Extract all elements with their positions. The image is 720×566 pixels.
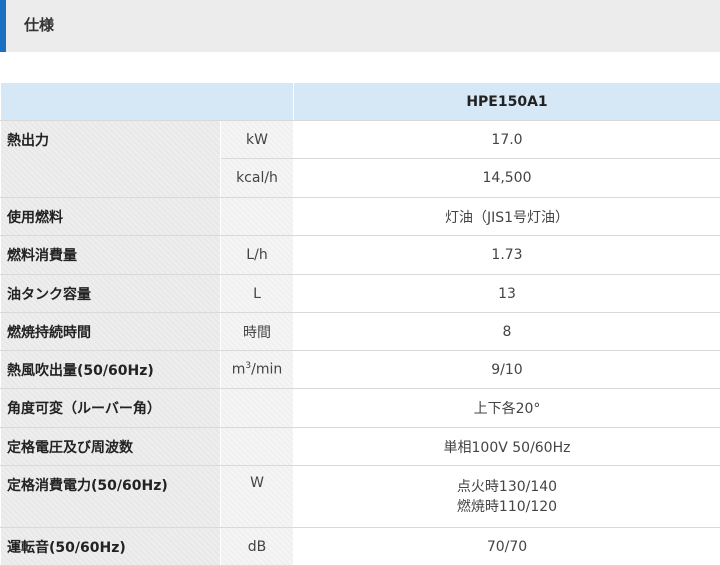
row-value: 9/10: [293, 350, 720, 389]
row-unit: [220, 388, 294, 428]
row-unit: W: [220, 465, 294, 528]
row-label-fuel-consumption: 燃料消費量: [0, 235, 221, 275]
row-label-tank-capacity: 油タンク容量: [0, 274, 221, 313]
row-label-louver-angle: 角度可変（ルーバー角）: [0, 388, 221, 428]
table-row: 燃焼持続時間 時間 8: [0, 312, 720, 351]
row-label-heat-output: 熱出力: [0, 120, 221, 198]
row-label-airflow: 熱風吹出量(50/60Hz): [0, 350, 221, 389]
table-row: 熱風吹出量(50/60Hz) m3/min 9/10: [0, 350, 720, 389]
value-line-combustion: 燃焼時110/120: [456, 498, 558, 515]
row-value: 17.0: [293, 120, 720, 159]
row-unit: dB: [220, 527, 294, 566]
row-unit: kW: [220, 120, 294, 159]
spec-table: HPE150A1 熱出力 kW 17.0 kcal/h 14,500 使用燃料 …: [0, 82, 720, 566]
row-value: 70/70: [293, 527, 720, 566]
table-row: 燃料消費量 L/h 1.73: [0, 235, 720, 275]
row-unit: L/h: [220, 235, 294, 275]
row-value: 1.73: [293, 235, 720, 275]
row-unit: m3/min: [220, 350, 294, 389]
row-unit: [220, 197, 294, 236]
row-unit: [220, 427, 294, 466]
row-value: 灯油（JIS1号灯油）: [293, 197, 720, 236]
row-value: 8: [293, 312, 720, 351]
table-header-row: HPE150A1: [0, 82, 720, 121]
table-row: 熱出力 kW 17.0: [0, 120, 720, 198]
unit-rest: /min: [251, 361, 283, 378]
model-name: HPE150A1: [293, 82, 720, 121]
row-value: 単相100V 50/60Hz: [293, 427, 720, 466]
table-row: 角度可変（ルーバー角） 上下各20°: [0, 388, 720, 428]
table-row: 定格電圧及び周波数 単相100V 50/60Hz: [0, 427, 720, 466]
value-line-ignition: 点火時130/140: [456, 478, 558, 495]
row-label-rated-power: 定格消費電力(50/60Hz): [0, 465, 221, 528]
unit-base: m: [231, 361, 246, 378]
section-header: 仕様: [0, 0, 720, 52]
section-title: 仕様: [24, 16, 55, 34]
row-label-noise: 運転音(50/60Hz): [0, 527, 221, 566]
row-label-fuel: 使用燃料: [0, 197, 221, 236]
row-unit: 時間: [220, 312, 294, 351]
row-label-burn-duration: 燃焼持続時間: [0, 312, 221, 351]
row-unit: kcal/h: [220, 158, 294, 198]
row-unit: L: [220, 274, 294, 313]
row-value: 上下各20°: [293, 388, 720, 428]
row-value: 14,500: [293, 158, 720, 198]
header-blank-cell: [0, 82, 294, 121]
table-row: 油タンク容量 L 13: [0, 274, 720, 313]
table-row: 使用燃料 灯油（JIS1号灯油）: [0, 197, 720, 236]
row-value: 点火時130/140 燃焼時110/120: [293, 465, 720, 528]
table-row: 定格消費電力(50/60Hz) W 点火時130/140 燃焼時110/120: [0, 465, 720, 528]
table-row: 運転音(50/60Hz) dB 70/70: [0, 527, 720, 566]
row-value: 13: [293, 274, 720, 313]
row-label-rated-voltage: 定格電圧及び周波数: [0, 427, 221, 466]
